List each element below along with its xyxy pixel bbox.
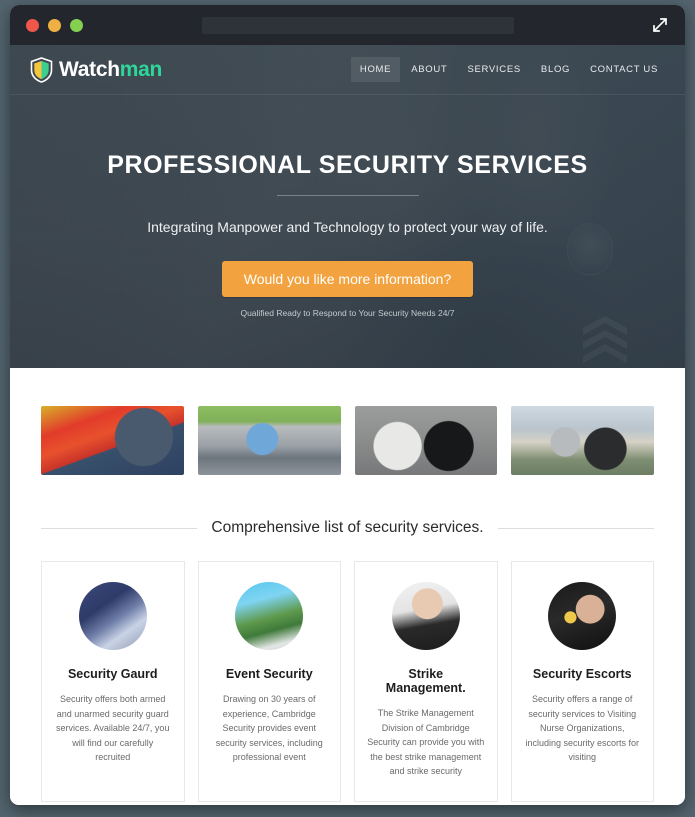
maximize-window-button[interactable] [70,18,83,32]
hero-content: PROFESSIONAL SECURITY SERVICES Integrati… [10,95,685,318]
service-card-text: Drawing on 30 years of experience, Cambr… [215,694,323,763]
site-logo[interactable]: Watchman [30,56,162,83]
service-card-image [391,582,460,650]
nav-item-services[interactable]: SERVICES [458,57,529,82]
nav-menu: HOME ABOUT SERVICES BLOG CONTACT US [350,57,667,82]
hero-title: PROFESSIONAL SECURITY SERVICES [107,151,588,179]
site-navigation: Watchman HOME ABOUT SERVICES BLOG CONTAC… [10,45,685,95]
close-window-button[interactable] [26,18,39,32]
window-controls [26,18,83,32]
gallery-thumbnail[interactable] [197,406,341,475]
nav-item-home[interactable]: HOME [350,57,401,82]
nav-item-blog[interactable]: BLOG [532,57,579,82]
service-card-title: Event Security [225,667,313,681]
service-card-image [548,582,617,650]
service-card-title: Security Escorts [532,667,632,681]
hero-divider [276,195,419,196]
logo-text-primary: Watch [59,57,120,81]
service-card-text: Security offers a range of security serv… [525,694,640,763]
browser-chrome-bar [10,5,685,45]
gallery-thumbnail[interactable] [41,406,184,475]
browser-window: Watchman HOME ABOUT SERVICES BLOG CONTAC… [10,5,685,805]
gallery-thumbnail[interactable] [511,406,654,475]
hero-section: Watchman HOME ABOUT SERVICES BLOG CONTAC… [10,45,685,368]
services-section-heading: Comprehensive list of security services. [10,519,685,537]
service-card-text: The Strike Management Division of Cambri… [367,708,485,777]
service-card[interactable]: Strike Management. The Strike Management… [354,561,498,802]
address-bar[interactable] [202,17,514,34]
service-card-text: Security offers both armed and unarmed s… [56,694,170,763]
service-card-title: Security Gaurd [67,667,158,681]
nav-item-about[interactable]: ABOUT [402,57,456,82]
hero-note: Qualified Ready to Respond to Your Secur… [240,308,455,318]
hero-subtitle: Integrating Manpower and Technology to p… [147,219,548,235]
service-cards: Security Gaurd Security offers both arme… [10,537,685,802]
service-card[interactable]: Security Escorts Security offers a range… [510,561,654,802]
gallery-strip [10,368,685,475]
shield-icon [30,56,53,83]
page-viewport: Watchman HOME ABOUT SERVICES BLOG CONTAC… [10,45,685,805]
nav-item-contact-us[interactable]: CONTACT US [581,57,667,82]
service-card-title: Strike Management. [385,667,466,695]
service-card-image [78,582,147,650]
services-heading-text: Comprehensive list of security services. [211,519,484,536]
logo-text-accent: man [119,57,163,81]
heading-rule-left [41,527,198,529]
heading-rule-right [497,527,654,529]
more-information-button[interactable]: Would you like more information? [221,261,474,297]
service-card-image [235,582,304,650]
service-card[interactable]: Event Security Drawing on 30 years of ex… [197,561,341,802]
expand-arrows-icon[interactable] [649,14,671,36]
logo-text: Watchman [59,58,162,82]
service-card[interactable]: Security Gaurd Security offers both arme… [41,561,185,802]
gallery-thumbnail[interactable] [354,406,498,475]
minimize-window-button[interactable] [48,18,61,32]
